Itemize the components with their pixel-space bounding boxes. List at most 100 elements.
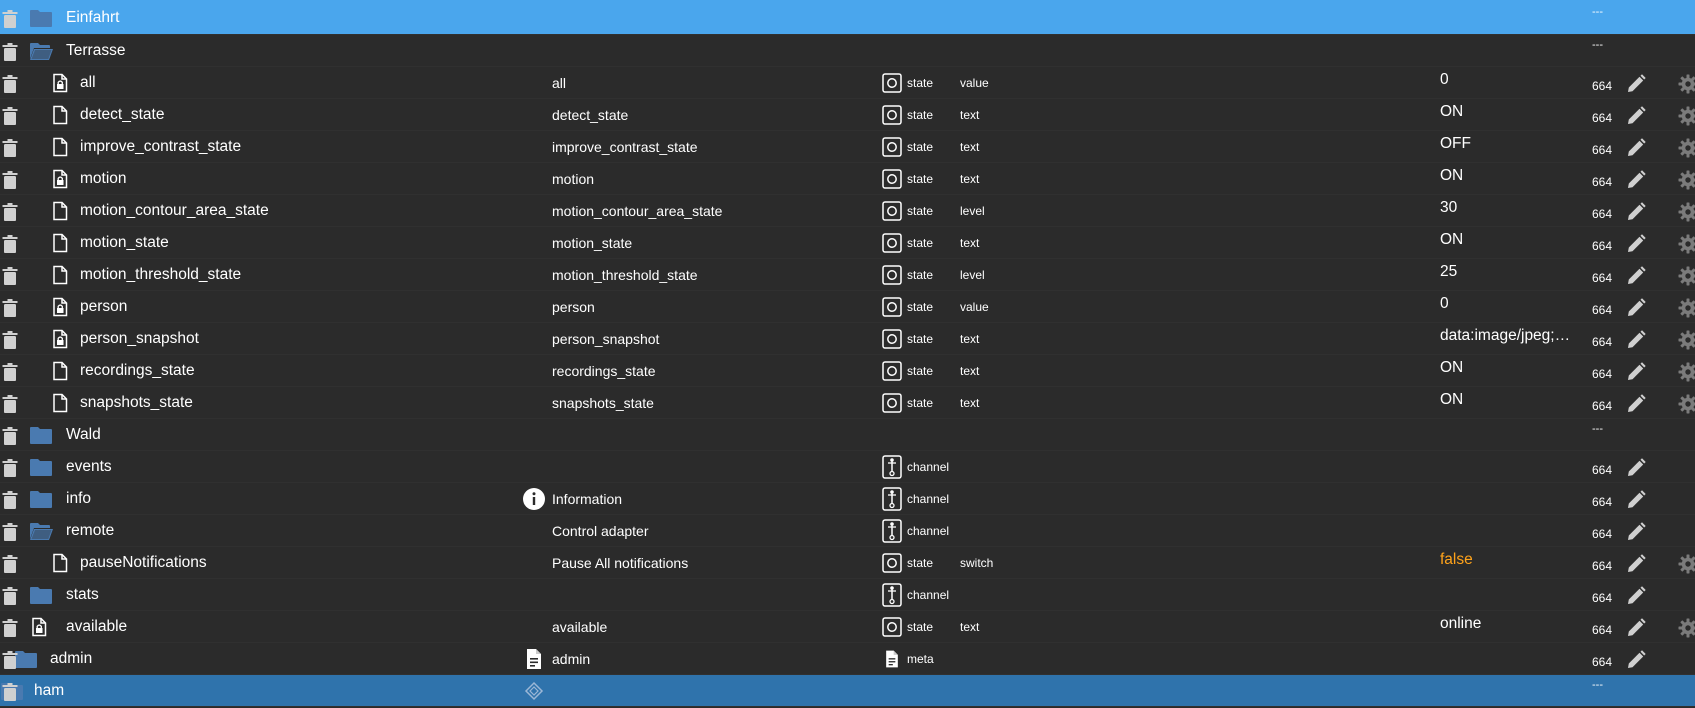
delete-icon[interactable] — [0, 522, 20, 542]
object-value[interactable]: ON — [1440, 384, 1463, 416]
object-name[interactable]: events — [66, 451, 112, 483]
delete-icon[interactable] — [0, 234, 20, 254]
edit-icon[interactable] — [1626, 522, 1646, 542]
tree-row[interactable]: remoteControl adapterchannel664 — [0, 515, 1695, 547]
edit-icon[interactable] — [1626, 170, 1646, 190]
edit-icon[interactable] — [1626, 74, 1646, 94]
tree-row[interactable]: Einfahrt--- — [0, 0, 1695, 35]
delete-icon[interactable] — [0, 106, 20, 126]
delete-icon[interactable] — [0, 202, 20, 222]
object-value[interactable]: online — [1440, 608, 1481, 640]
edit-icon[interactable] — [1626, 298, 1646, 318]
object-name[interactable]: motion_contour_area_state — [80, 195, 269, 227]
tree-row[interactable]: infoInformationchannel664 — [0, 483, 1695, 515]
tree-row[interactable]: snapshots_statesnapshots_statestatetextO… — [0, 387, 1695, 419]
settings-gear-icon[interactable] — [1678, 266, 1695, 286]
delete-icon[interactable] — [0, 138, 20, 158]
object-value[interactable]: 25 — [1440, 256, 1457, 288]
object-name[interactable]: motion_state — [80, 227, 169, 259]
settings-gear-icon[interactable] — [1678, 74, 1695, 94]
object-value[interactable]: 30 — [1440, 192, 1457, 224]
settings-gear-icon[interactable] — [1678, 138, 1695, 158]
object-name[interactable]: remote — [66, 515, 114, 547]
object-name[interactable]: person — [80, 291, 127, 323]
object-value[interactable]: ON — [1440, 352, 1463, 384]
delete-icon[interactable] — [0, 362, 20, 382]
edit-icon[interactable] — [1626, 234, 1646, 254]
settings-gear-icon[interactable] — [1678, 394, 1695, 414]
delete-icon[interactable] — [0, 586, 20, 606]
delete-icon[interactable] — [0, 458, 20, 478]
object-name[interactable]: snapshots_state — [80, 387, 193, 419]
delete-icon[interactable] — [0, 266, 20, 286]
tree-row[interactable]: detect_statedetect_statestatetextON664 — [0, 99, 1695, 131]
tree-row[interactable]: personpersonstatevalue0664 — [0, 291, 1695, 323]
edit-icon[interactable] — [1626, 554, 1646, 574]
edit-icon[interactable] — [1626, 138, 1646, 158]
delete-icon[interactable] — [0, 9, 20, 29]
settings-gear-icon[interactable] — [1678, 362, 1695, 382]
tree-row[interactable]: motion_contour_area_statemotion_contour_… — [0, 195, 1695, 227]
edit-icon[interactable] — [1626, 266, 1646, 286]
delete-icon[interactable] — [0, 170, 20, 190]
object-name[interactable]: detect_state — [80, 99, 164, 131]
edit-icon[interactable] — [1626, 618, 1646, 638]
object-name[interactable]: motion_threshold_state — [80, 259, 241, 291]
delete-icon[interactable] — [0, 394, 20, 414]
object-name[interactable]: person_snapshot — [80, 323, 199, 355]
settings-gear-icon[interactable] — [1678, 170, 1695, 190]
tree-row[interactable]: eventschannel664 — [0, 451, 1695, 483]
object-value[interactable]: data:image/jpeg;… — [1440, 320, 1570, 352]
object-name[interactable]: recordings_state — [80, 355, 195, 387]
tree-row[interactable]: adminadminmeta664 — [0, 643, 1695, 675]
delete-icon[interactable] — [0, 426, 20, 446]
settings-gear-icon[interactable] — [1678, 330, 1695, 350]
edit-icon[interactable] — [1626, 330, 1646, 350]
object-value[interactable]: 0 — [1440, 288, 1449, 320]
tree-row[interactable]: ham--- — [0, 675, 1695, 707]
delete-icon[interactable] — [0, 42, 20, 62]
object-value[interactable]: OFF — [1440, 128, 1471, 160]
tree-row[interactable]: availableavailablestatetextonline664 — [0, 611, 1695, 643]
edit-icon[interactable] — [1626, 586, 1646, 606]
edit-icon[interactable] — [1626, 106, 1646, 126]
edit-icon[interactable] — [1626, 362, 1646, 382]
object-name[interactable]: Wald — [66, 419, 101, 451]
object-value[interactable]: 0 — [1440, 64, 1449, 96]
settings-gear-icon[interactable] — [1678, 554, 1695, 574]
delete-icon[interactable] — [0, 682, 20, 702]
tree-row[interactable]: improve_contrast_stateimprove_contrast_s… — [0, 131, 1695, 163]
tree-row[interactable]: Terrasse--- — [0, 35, 1695, 67]
object-value[interactable]: ON — [1440, 96, 1463, 128]
object-name[interactable]: ham — [34, 675, 64, 707]
object-name[interactable]: Einfahrt — [66, 2, 119, 34]
settings-gear-icon[interactable] — [1678, 202, 1695, 222]
delete-icon[interactable] — [0, 74, 20, 94]
delete-icon[interactable] — [0, 298, 20, 318]
tree-row[interactable]: statschannel664 — [0, 579, 1695, 611]
tree-row[interactable]: motion_threshold_statemotion_threshold_s… — [0, 259, 1695, 291]
settings-gear-icon[interactable] — [1678, 618, 1695, 638]
settings-gear-icon[interactable] — [1678, 298, 1695, 318]
delete-icon[interactable] — [0, 650, 20, 670]
edit-icon[interactable] — [1626, 458, 1646, 478]
tree-row[interactable]: pauseNotificationsPause All notification… — [0, 547, 1695, 579]
tree-row[interactable]: motionmotionstatetextON664 — [0, 163, 1695, 195]
edit-icon[interactable] — [1626, 202, 1646, 222]
edit-icon[interactable] — [1626, 394, 1646, 414]
tree-row[interactable]: allallstatevalue0664 — [0, 67, 1695, 99]
delete-icon[interactable] — [0, 490, 20, 510]
object-name[interactable]: Terrasse — [66, 35, 125, 67]
object-name[interactable]: info — [66, 483, 91, 515]
edit-icon[interactable] — [1626, 650, 1646, 670]
settings-gear-icon[interactable] — [1678, 106, 1695, 126]
object-value[interactable]: ON — [1440, 160, 1463, 192]
edit-icon[interactable] — [1626, 490, 1646, 510]
object-value[interactable]: ON — [1440, 224, 1463, 256]
object-name[interactable]: stats — [66, 579, 99, 611]
object-name[interactable]: all — [80, 67, 96, 99]
tree-row[interactable]: Wald--- — [0, 419, 1695, 451]
delete-icon[interactable] — [0, 618, 20, 638]
tree-row[interactable]: recordings_staterecordings_statestatetex… — [0, 355, 1695, 387]
tree-row[interactable]: motion_statemotion_statestatetextON664 — [0, 227, 1695, 259]
